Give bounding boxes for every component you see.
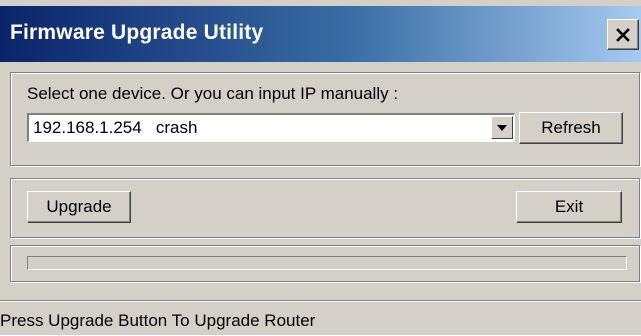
combobox-dropdown-button[interactable] [491,116,513,139]
close-button[interactable] [607,19,639,50]
firmware-upgrade-window: Firmware Upgrade Utility Select one devi… [0,0,641,335]
window-title: Firmware Upgrade Utility [10,21,264,44]
progress-group [10,245,640,282]
refresh-button-label: Refresh [541,118,601,137]
close-icon [616,27,630,42]
device-combobox-value[interactable]: 192.168.1.254 crash [33,118,197,138]
upgrade-button[interactable]: Upgrade [27,191,131,223]
status-bar: Press Upgrade Button To Upgrade Router [0,300,641,336]
upgrade-progress-bar [27,256,627,270]
device-select-group: Select one device. Or you can input IP m… [10,72,640,166]
title-bar[interactable]: Firmware Upgrade Utility [0,6,641,62]
chevron-down-icon [497,124,507,131]
actions-group: Upgrade Exit [10,178,640,238]
device-select-label: Select one device. Or you can input IP m… [27,84,399,103]
exit-button[interactable]: Exit [516,191,622,223]
refresh-button[interactable]: Refresh [519,112,623,144]
status-text: Press Upgrade Button To Upgrade Router [0,311,316,330]
exit-button-label: Exit [554,197,584,216]
upgrade-button-label: Upgrade [46,197,112,216]
device-combobox[interactable]: 192.168.1.254 crash [27,113,515,142]
